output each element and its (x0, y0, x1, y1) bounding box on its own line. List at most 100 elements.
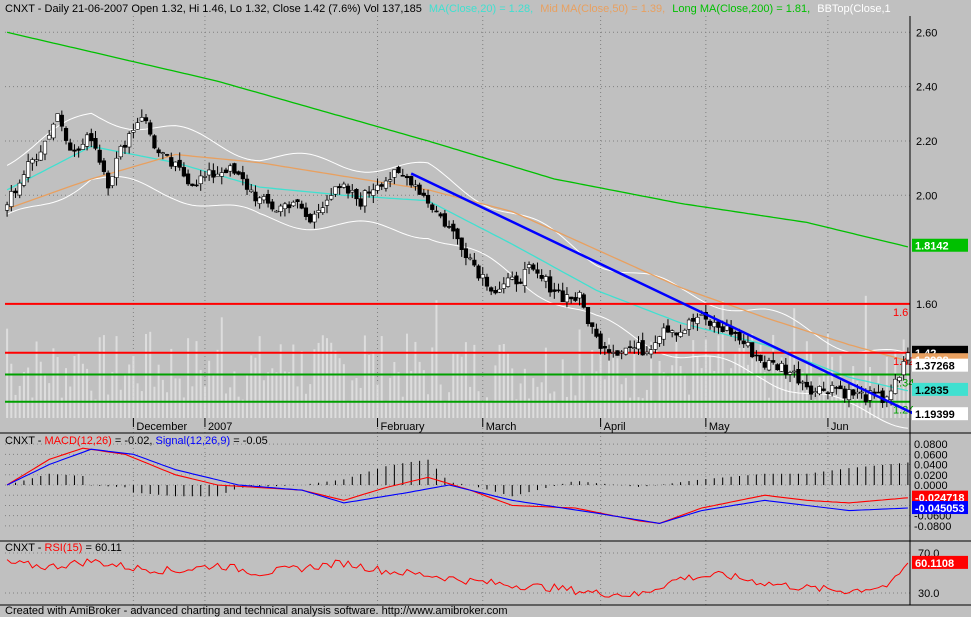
candle-body (38, 151, 43, 161)
candle-body (817, 386, 822, 395)
candle-body (876, 391, 881, 394)
candle-body (855, 391, 860, 395)
header-ma200: Long MA(Close,200) = 1.81, (672, 3, 810, 15)
volume-bar (161, 379, 164, 418)
volume-bar (246, 374, 249, 418)
volume-bar (351, 380, 354, 418)
candle-body (897, 377, 902, 382)
candle-body (564, 294, 570, 303)
volume-bar (725, 373, 728, 418)
candle-body (733, 331, 738, 334)
candle-body (863, 394, 868, 403)
candle-body (569, 296, 574, 300)
volume-bar (380, 336, 383, 418)
header-ma20: MA(Close,20) = 1.28, (429, 3, 533, 15)
macd-pane[interactable] (6, 447, 909, 524)
candle-body (754, 354, 759, 357)
volume-bar (368, 354, 371, 418)
candle-body (750, 342, 755, 358)
volume-bar (98, 337, 101, 418)
candle-body (691, 318, 696, 322)
candle-body (84, 134, 90, 147)
macd-tick-label: -0.0800 (914, 521, 951, 533)
candle-body (851, 389, 856, 396)
candle-body (295, 199, 300, 203)
candle-body (434, 210, 439, 213)
svg-text:CNXT - RSI(15) =: CNXT - RSI(15) = 60.11 (5, 542, 122, 554)
candle-body (404, 175, 410, 179)
volume-bar (629, 397, 632, 418)
candle-body (135, 122, 140, 130)
candle-body (606, 349, 612, 353)
signal-value: = -0.05 (233, 435, 268, 447)
candle-body (480, 274, 485, 279)
volume-bar (128, 364, 131, 418)
volume-bar (494, 365, 497, 418)
candle-body (425, 194, 431, 204)
volume-bar (789, 350, 792, 418)
candle-body (240, 172, 245, 180)
volume-bar (801, 371, 804, 418)
volume-bar (250, 355, 253, 418)
candle-body (901, 361, 906, 376)
volume-bar (119, 389, 122, 418)
candle-body (842, 388, 847, 399)
volume-bar (216, 349, 219, 418)
volume-bar (595, 371, 598, 418)
candle-body (320, 207, 325, 213)
volume-bar (591, 350, 594, 418)
candle-body (451, 223, 456, 232)
macd-tag: -0.045053 (915, 503, 965, 515)
price-tag: 1.37268 (915, 361, 955, 373)
chart-svg[interactable]: 1.61.421.341.24 2.602.402.202.001.60Dece… (0, 0, 971, 617)
candle-body (244, 178, 250, 190)
candle-body (59, 114, 64, 127)
candle-body (265, 193, 271, 204)
candle-body (619, 351, 624, 354)
candle-body (830, 385, 835, 393)
candle-body (131, 130, 136, 133)
candle-body (148, 122, 153, 135)
volume-bar (330, 342, 333, 418)
candle-body (354, 188, 359, 200)
rsi-pane[interactable] (6, 558, 909, 598)
volume-bar (557, 402, 560, 418)
volume-bar (170, 348, 173, 418)
volume-bar (258, 336, 261, 418)
candle-body (367, 191, 372, 194)
rsi-tag: 60.1108 (915, 558, 954, 570)
macd-value: = -0.02, (115, 435, 156, 447)
candle-body (173, 161, 178, 167)
candle-body (253, 191, 258, 202)
x-tick-label: April (604, 421, 626, 433)
candle-body (13, 190, 18, 194)
candle-body (493, 290, 498, 294)
volume-bar (56, 356, 59, 418)
rsi-label: RSI(15) (45, 542, 83, 554)
candle-body (106, 172, 111, 189)
volume-bar (721, 300, 724, 418)
candle-body (623, 347, 628, 355)
candle-body (838, 385, 843, 390)
candle-body (438, 213, 443, 217)
candle-body (219, 172, 224, 177)
price-tag: 1.2835 (915, 385, 949, 397)
candle-body (333, 186, 338, 195)
volume-bar (313, 349, 316, 418)
candle-body (400, 174, 405, 177)
candle-body (505, 277, 511, 287)
candle-body (278, 205, 283, 212)
volume-bar (410, 371, 413, 418)
volume-bar (654, 400, 657, 418)
candle-body (644, 351, 650, 354)
candle-body (455, 228, 460, 240)
volume-bar (14, 394, 17, 418)
volume-bar (48, 383, 51, 418)
volume-bar (199, 370, 202, 418)
volume-bar (553, 391, 556, 418)
volume-bar (523, 368, 526, 418)
volume-bar (885, 356, 888, 418)
candle-body (598, 333, 603, 349)
candle-body (615, 350, 620, 356)
volume-bar (490, 401, 493, 418)
